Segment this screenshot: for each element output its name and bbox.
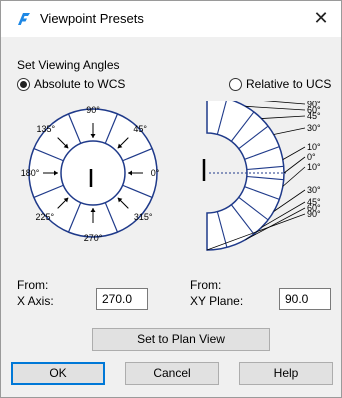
close-button[interactable]: ✕ bbox=[301, 1, 341, 37]
xy-dial-angle-label: 45° bbox=[307, 111, 321, 121]
absolute-to-wcs-label: Absolute to WCS bbox=[34, 77, 126, 91]
viewpoint-presets-dialog: Viewpoint Presets ✕ Set Viewing Angles A… bbox=[0, 0, 342, 398]
xy-plane-label: XY Plane: bbox=[190, 294, 244, 308]
app-logo-icon bbox=[18, 13, 30, 25]
set-to-plan-view-button[interactable]: Set to Plan View bbox=[92, 328, 270, 351]
x-dial-angle-label: 315° bbox=[134, 212, 153, 222]
x-dial-angle-label: 270° bbox=[84, 233, 103, 243]
xy-dial-angle-label: 10° bbox=[307, 162, 321, 172]
xy-dial-leader bbox=[282, 146, 306, 160]
x-dial-angle-label: 180° bbox=[21, 168, 40, 178]
xy-plane-from-label: From: bbox=[190, 278, 222, 292]
xy-dial-leader bbox=[261, 115, 306, 119]
x-axis-from-label: From: bbox=[17, 278, 49, 292]
x-axis-angle-dial[interactable]: 90° 45° 0° 315° 270° 225° 180° 135° bbox=[13, 101, 173, 251]
relative-to-ucs-radio[interactable]: Relative to UCS bbox=[229, 76, 331, 92]
x-dial-angle-label: 0° bbox=[151, 168, 160, 178]
xy-dial-leader bbox=[273, 127, 306, 135]
xy-dial-angle-label: 90° bbox=[307, 209, 321, 219]
xy-dial-leader bbox=[282, 166, 306, 187]
help-button[interactable]: Help bbox=[239, 362, 333, 385]
absolute-to-wcs-radio[interactable]: Absolute to WCS bbox=[17, 76, 125, 92]
title-bar: Viewpoint Presets ✕ bbox=[1, 1, 341, 37]
x-axis-input[interactable]: 270.0 bbox=[96, 288, 148, 310]
xy-dial-leader bbox=[283, 156, 306, 174]
xy-dial-angle-label: 0° bbox=[307, 152, 316, 162]
x-dial-inner-ring bbox=[60, 140, 126, 206]
x-dial-angle-label: 135° bbox=[37, 124, 56, 134]
x-axis-label: X Axis: bbox=[17, 294, 54, 308]
xy-dial-angle-label: 10° bbox=[307, 142, 321, 152]
x-dial-angle-label: 45° bbox=[133, 124, 147, 134]
xy-dial-leader bbox=[245, 105, 306, 111]
radio-checked-icon bbox=[17, 77, 30, 91]
radio-unchecked-icon bbox=[229, 77, 242, 91]
xy-plane-angle-dial[interactable]: 90°60°45°30°10°0°10°30°45°60°90° bbox=[193, 101, 338, 263]
x-dial-angle-label: 90° bbox=[86, 105, 100, 115]
cancel-button[interactable]: Cancel bbox=[125, 362, 219, 385]
close-icon: ✕ bbox=[313, 8, 329, 28]
x-dial-angle-label: 225° bbox=[36, 212, 55, 222]
xy-dial-angle-label: 30° bbox=[307, 123, 321, 133]
set-viewing-angles-label: Set Viewing Angles bbox=[17, 58, 120, 72]
relative-to-ucs-label: Relative to UCS bbox=[246, 77, 332, 91]
window-title: Viewpoint Presets bbox=[40, 11, 144, 26]
xy-dial-angle-label: 30° bbox=[307, 185, 321, 195]
xy-plane-input[interactable]: 90.0 bbox=[279, 288, 331, 310]
ok-button[interactable]: OK bbox=[11, 362, 105, 385]
